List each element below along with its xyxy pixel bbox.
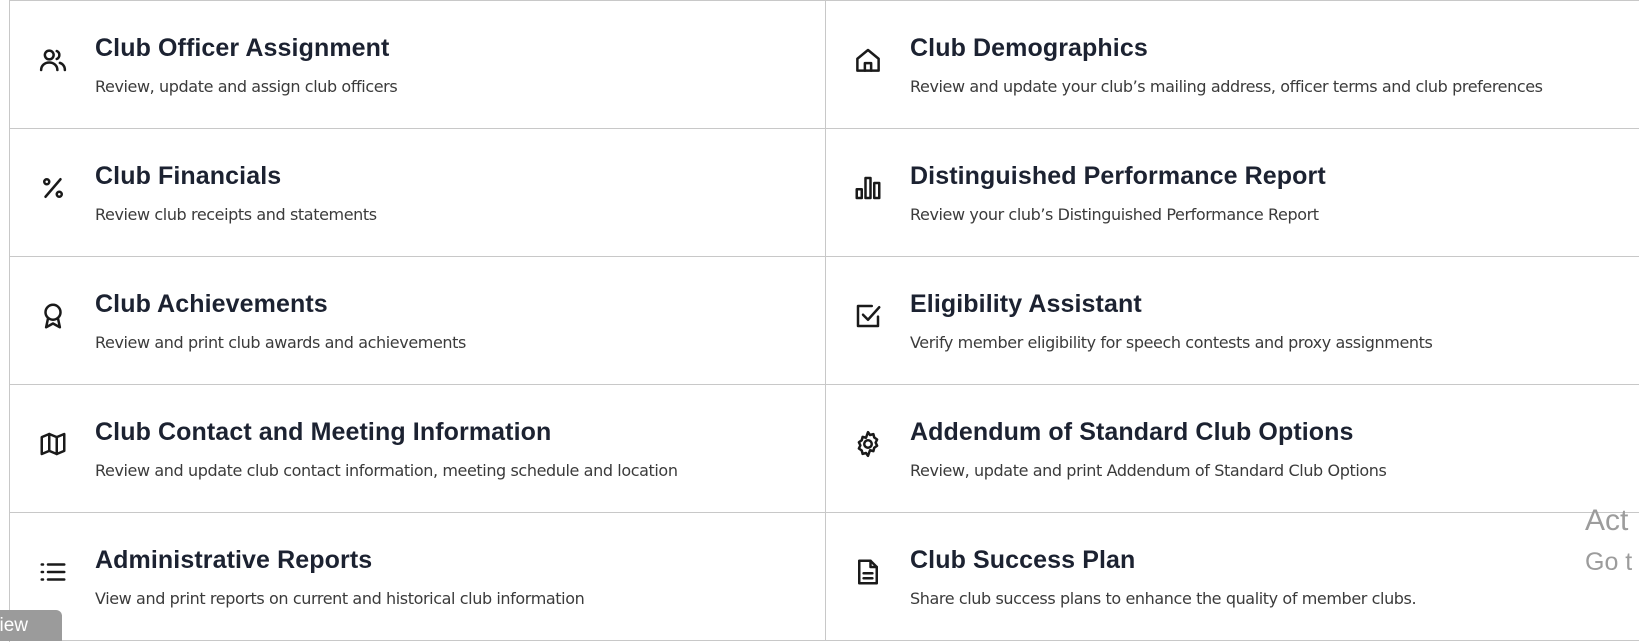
percent-icon xyxy=(38,173,68,203)
tile-club-success-plan[interactable]: Club Success Plan Share club success pla… xyxy=(826,513,1639,641)
tile-title[interactable]: Club Financials xyxy=(95,162,281,191)
tile-title[interactable]: Club Officer Assignment xyxy=(95,34,389,63)
tile-title[interactable]: Distinguished Performance Report xyxy=(910,162,1326,191)
users-icon xyxy=(38,45,68,75)
tile-description: Review and update your club’s mailing ad… xyxy=(910,77,1543,96)
tile-title[interactable]: Eligibility Assistant xyxy=(910,290,1142,319)
tile-description: Review, update and assign club officers xyxy=(95,77,398,96)
tile-addendum-standard-club-options[interactable]: Addendum of Standard Club Options Review… xyxy=(826,385,1639,513)
tile-club-financials[interactable]: Club Financials Review club receipts and… xyxy=(10,129,826,257)
tile-description: View and print reports on current and hi… xyxy=(95,589,585,608)
tile-administrative-reports[interactable]: Administrative Reports View and print re… xyxy=(10,513,826,641)
tile-title[interactable]: Addendum of Standard Club Options xyxy=(910,418,1354,447)
tile-description: Review club receipts and statements xyxy=(95,205,377,224)
tile-description: Share club success plans to enhance the … xyxy=(910,589,1417,608)
activation-watermark-line2: Go t xyxy=(1585,548,1633,576)
tile-eligibility-assistant[interactable]: Eligibility Assistant Verify member elig… xyxy=(826,257,1639,385)
tile-title[interactable]: Club Contact and Meeting Information xyxy=(95,418,551,447)
document-icon xyxy=(853,557,883,587)
bar-chart-icon xyxy=(853,173,883,203)
tools-grid: Club Officer Assignment Review, update a… xyxy=(9,0,1639,642)
tile-description: Review your club’s Distinguished Perform… xyxy=(910,205,1319,224)
gear-icon xyxy=(853,429,883,459)
list-icon xyxy=(38,557,68,587)
home-icon xyxy=(853,45,883,75)
tile-description: Review and update club contact informati… xyxy=(95,461,678,480)
tile-description: Review, update and print Addendum of Sta… xyxy=(910,461,1387,480)
preview-badge[interactable]: view xyxy=(0,610,62,641)
tile-title[interactable]: Administrative Reports xyxy=(95,546,372,575)
activation-watermark-line1: Act xyxy=(1585,504,1629,537)
tile-club-achievements[interactable]: Club Achievements Review and print club … xyxy=(10,257,826,385)
tile-club-demographics[interactable]: Club Demographics Review and update your… xyxy=(826,1,1639,129)
tile-title[interactable]: Club Success Plan xyxy=(910,546,1135,575)
tile-club-officer-assignment[interactable]: Club Officer Assignment Review, update a… xyxy=(10,1,826,129)
tile-title[interactable]: Club Demographics xyxy=(910,34,1148,63)
tile-description: Review and print club awards and achieve… xyxy=(95,333,466,352)
tile-club-contact-meeting-information[interactable]: Club Contact and Meeting Information Rev… xyxy=(10,385,826,513)
tile-title[interactable]: Club Achievements xyxy=(95,290,328,319)
tile-description: Verify member eligibility for speech con… xyxy=(910,333,1433,352)
award-icon xyxy=(38,301,68,331)
map-icon xyxy=(38,429,68,459)
tile-distinguished-performance-report[interactable]: Distinguished Performance Report Review … xyxy=(826,129,1639,257)
checkbox-icon xyxy=(853,301,883,331)
